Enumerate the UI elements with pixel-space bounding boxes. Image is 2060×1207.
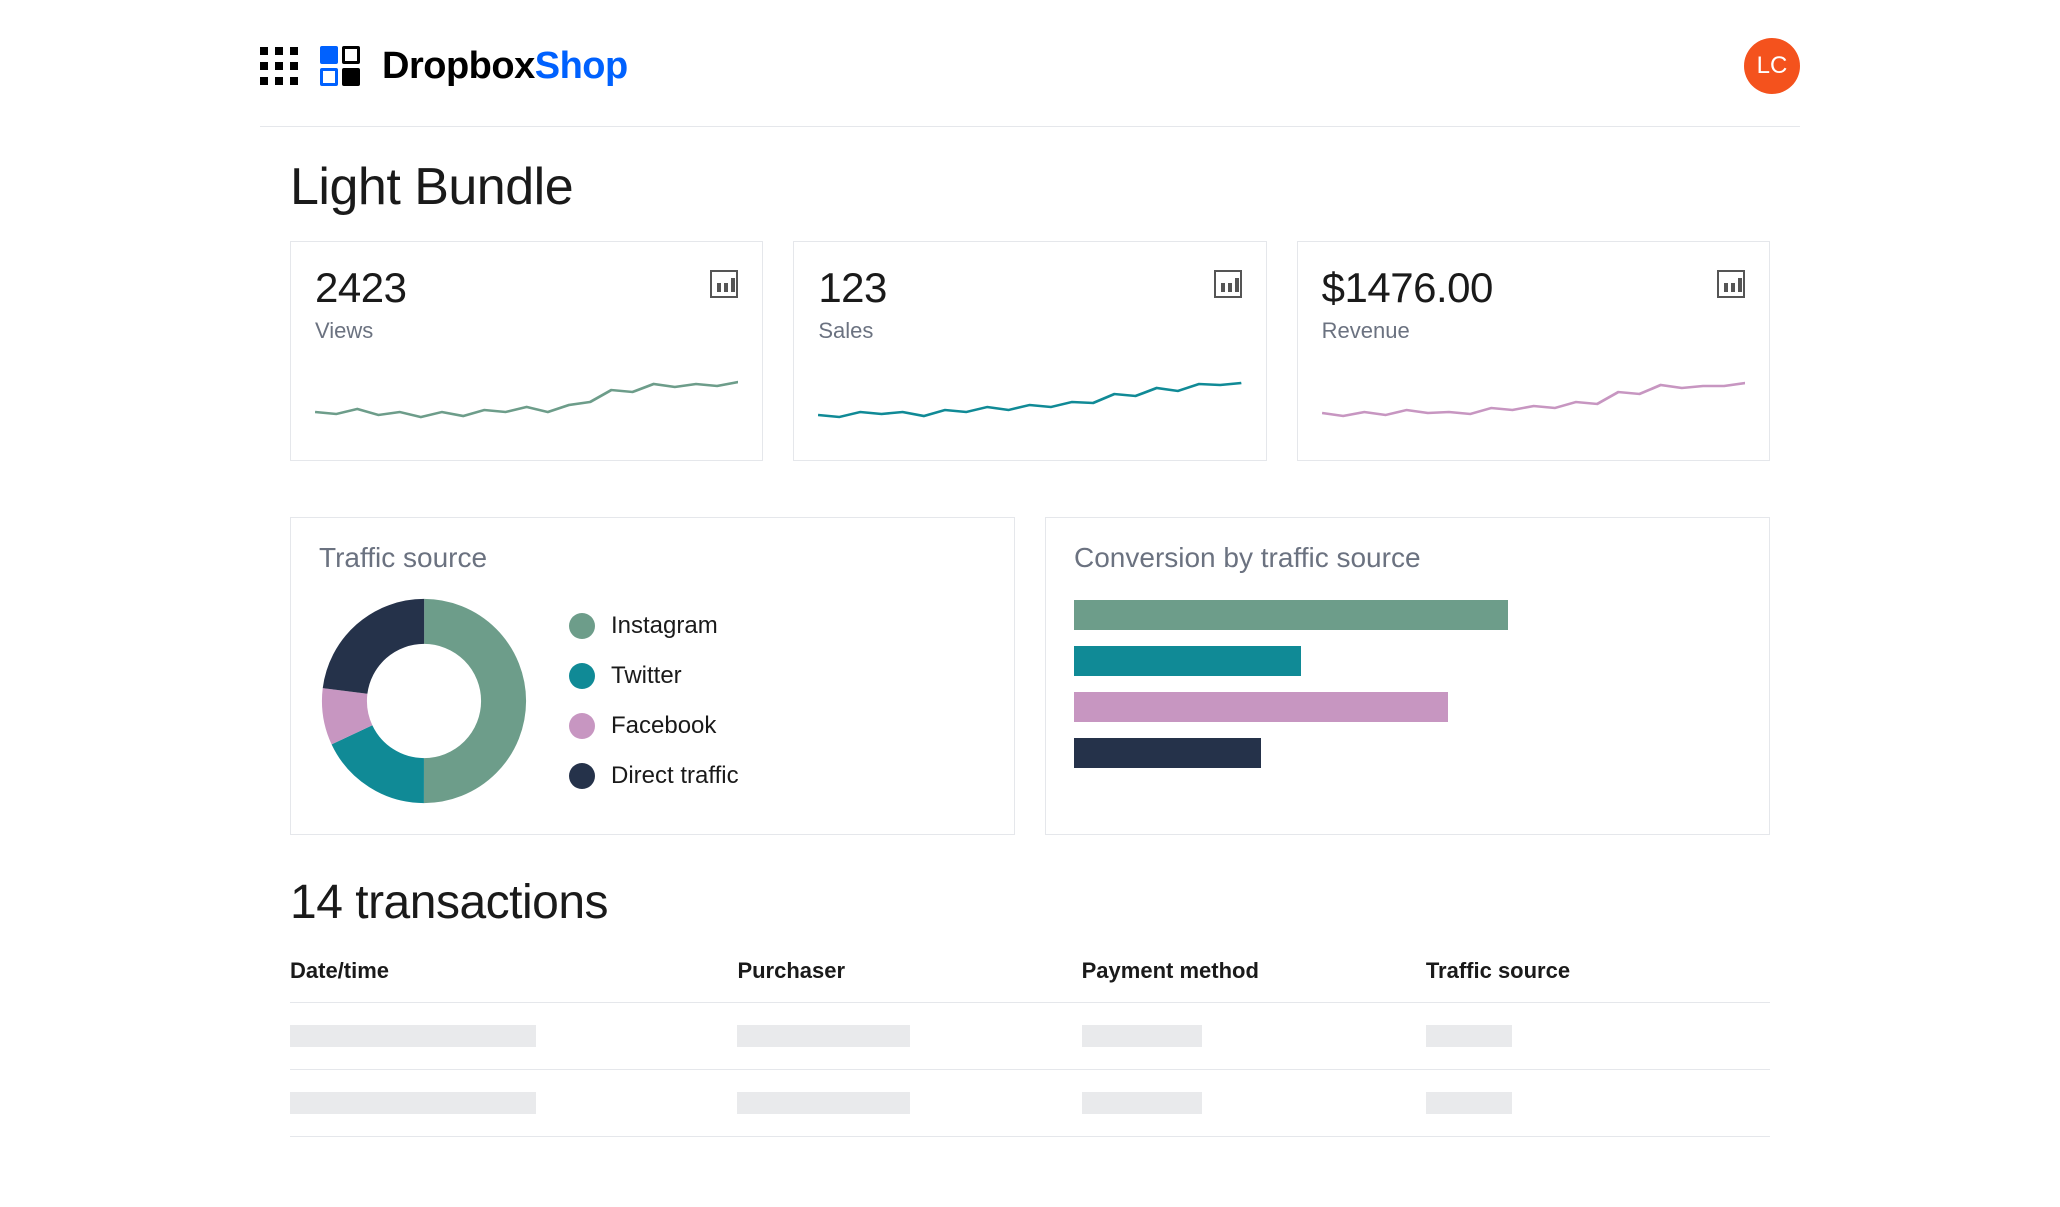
avatar-initials: LC — [1757, 52, 1788, 80]
sales-sparkline — [818, 372, 1241, 432]
legend-label: Twitter — [611, 662, 682, 690]
legend-label: Direct traffic — [611, 762, 739, 790]
skeleton-cell — [290, 1025, 536, 1047]
legend-label: Instagram — [611, 612, 718, 640]
legend-label: Facebook — [611, 712, 716, 740]
top-bar: DropboxShop LC — [260, 0, 1800, 127]
legend-item-instagram: Instagram — [569, 612, 739, 640]
metric-card-sales[interactable]: 123 Sales — [793, 241, 1266, 461]
page-title: Light Bundle — [290, 157, 1770, 217]
views-sparkline — [315, 372, 738, 432]
conversion-panel: Conversion by traffic source — [1045, 517, 1770, 835]
metric-card-revenue[interactable]: $1476.00 Revenue — [1297, 241, 1770, 461]
legend-swatch — [569, 613, 595, 639]
brand-word-2: Shop — [535, 45, 628, 87]
brand-word-1: Dropbox — [382, 45, 535, 87]
panel-title: Conversion by traffic source — [1074, 542, 1741, 574]
conversion-bars — [1074, 596, 1741, 768]
col-date-time: Date/time — [290, 958, 737, 984]
table-row — [290, 1003, 1770, 1070]
legend-swatch — [569, 663, 595, 689]
table-row — [290, 1070, 1770, 1137]
metric-card-views[interactable]: 2423 Views — [290, 241, 763, 461]
traffic-legend: Instagram Twitter Facebook Direct t — [569, 612, 739, 790]
skeleton-cell — [737, 1025, 909, 1047]
col-purchaser: Purchaser — [737, 958, 1081, 984]
conversion-bar-facebook — [1074, 692, 1448, 722]
legend-item-facebook: Facebook — [569, 712, 739, 740]
metric-value: 123 — [818, 264, 1241, 312]
metric-cards: 2423 Views 123 Sales $1476.00 Revenue — [290, 241, 1770, 461]
conversion-bar-twitter — [1074, 646, 1301, 676]
legend-item-direct: Direct traffic — [569, 762, 739, 790]
col-traffic-source: Traffic source — [1426, 958, 1770, 984]
panel-title: Traffic source — [319, 542, 986, 574]
metric-value: $1476.00 — [1322, 264, 1745, 312]
user-avatar[interactable]: LC — [1744, 38, 1800, 94]
skeleton-cell — [1426, 1025, 1512, 1047]
revenue-sparkline — [1322, 372, 1745, 432]
metric-label: Sales — [818, 318, 1241, 344]
metric-label: Views — [315, 318, 738, 344]
conversion-bar-instagram — [1074, 600, 1508, 630]
metric-label: Revenue — [1322, 318, 1745, 344]
traffic-source-panel: Traffic source Instagram — [290, 517, 1015, 835]
traffic-donut-chart — [319, 596, 529, 806]
skeleton-cell — [290, 1092, 536, 1114]
dropbox-shop-logo-icon — [320, 46, 360, 86]
skeleton-cell — [737, 1092, 909, 1114]
metric-value: 2423 — [315, 264, 738, 312]
skeleton-cell — [1426, 1092, 1512, 1114]
brand-wordmark: DropboxShop — [382, 45, 628, 88]
skeleton-cell — [1082, 1025, 1202, 1047]
bar-chart-icon — [1717, 270, 1745, 298]
legend-swatch — [569, 763, 595, 789]
brand-area: DropboxShop — [260, 45, 628, 88]
skeleton-cell — [1082, 1092, 1202, 1114]
app-switcher-icon[interactable] — [260, 47, 298, 85]
bar-chart-icon — [710, 270, 738, 298]
conversion-bar-direct — [1074, 738, 1261, 768]
transactions-table-header: Date/time Purchaser Payment method Traff… — [290, 958, 1770, 1003]
legend-item-twitter: Twitter — [569, 662, 739, 690]
bar-chart-icon — [1214, 270, 1242, 298]
transactions-heading: 14 transactions — [290, 875, 1770, 930]
legend-swatch — [569, 713, 595, 739]
col-payment-method: Payment method — [1082, 958, 1426, 984]
